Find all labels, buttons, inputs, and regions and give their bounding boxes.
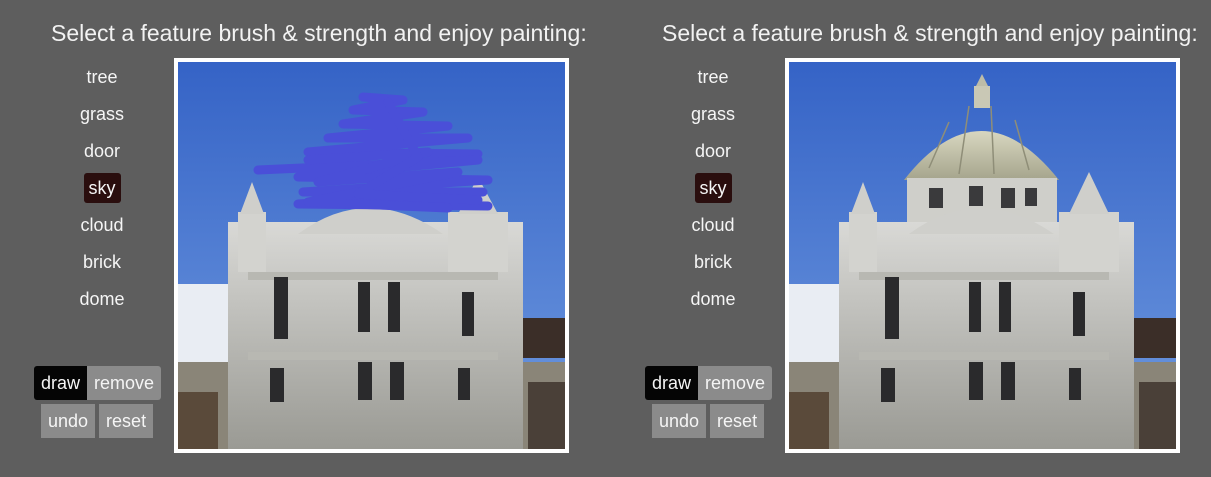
brush-sky[interactable]: sky xyxy=(83,173,121,203)
instruction-text: Select a feature brush & strength and en… xyxy=(51,20,587,46)
action-buttons: undo reset xyxy=(652,404,765,438)
brush-brick[interactable]: brick xyxy=(78,247,126,277)
draw-button[interactable]: draw xyxy=(34,366,88,400)
building-with-scribble-image xyxy=(178,62,565,449)
left-painting-panel: Select a feature brush & strength and en… xyxy=(0,0,587,477)
mode-toggle: draw remove xyxy=(645,366,773,400)
right-painting-panel: Select a feature brush & strength and en… xyxy=(611,0,1198,477)
remove-button[interactable]: remove xyxy=(698,366,773,400)
brush-grass[interactable]: grass xyxy=(75,99,129,129)
action-buttons: undo reset xyxy=(41,404,154,438)
brush-tree[interactable]: tree xyxy=(692,62,733,92)
remove-button[interactable]: remove xyxy=(87,366,162,400)
instruction-text: Select a feature brush & strength and en… xyxy=(662,20,1198,46)
brush-door[interactable]: door xyxy=(690,136,736,166)
draw-button[interactable]: draw xyxy=(645,366,699,400)
painting-canvas[interactable] xyxy=(785,58,1180,453)
brush-tree[interactable]: tree xyxy=(81,62,122,92)
reset-button[interactable]: reset xyxy=(710,404,765,438)
undo-button[interactable]: undo xyxy=(652,404,707,438)
undo-button[interactable]: undo xyxy=(41,404,96,438)
brush-cloud[interactable]: cloud xyxy=(75,210,128,240)
brush-list: tree grass door sky cloud brick dome xyxy=(52,62,152,321)
painting-canvas[interactable] xyxy=(174,58,569,453)
brush-dome[interactable]: dome xyxy=(685,284,740,314)
reset-button[interactable]: reset xyxy=(99,404,154,438)
brush-grass[interactable]: grass xyxy=(686,99,740,129)
building-with-dome-image xyxy=(789,62,1176,449)
brush-dome[interactable]: dome xyxy=(74,284,129,314)
brush-sky[interactable]: sky xyxy=(694,173,732,203)
brush-list: tree grass door sky cloud brick dome xyxy=(663,62,763,321)
mode-toggle: draw remove xyxy=(34,366,162,400)
brush-cloud[interactable]: cloud xyxy=(686,210,739,240)
brush-door[interactable]: door xyxy=(79,136,125,166)
brush-brick[interactable]: brick xyxy=(689,247,737,277)
